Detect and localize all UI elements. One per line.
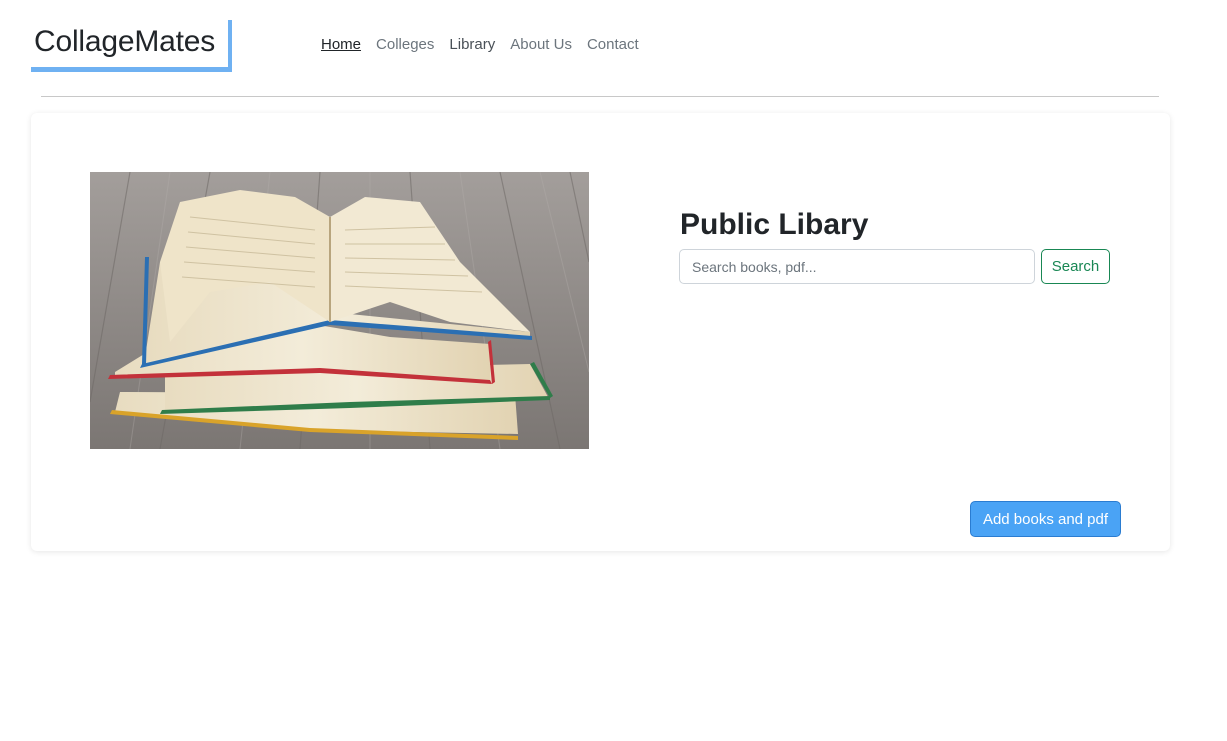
nav-item-home[interactable]: Home	[321, 35, 361, 55]
nav-item-library[interactable]: Library	[449, 35, 495, 55]
main-nav: Home Colleges Library About Us Contact	[321, 35, 654, 55]
header-divider	[41, 96, 1159, 97]
library-card: Public Libary Search Add books and pdf	[31, 113, 1170, 551]
books-stack-image	[90, 172, 589, 449]
add-books-button[interactable]: Add books and pdf	[970, 501, 1121, 537]
nav-item-contact[interactable]: Contact	[587, 35, 639, 55]
search-input[interactable]	[679, 249, 1035, 284]
brand-logo[interactable]: CollageMates	[31, 20, 232, 72]
page-title: Public Libary	[680, 208, 869, 241]
search-button[interactable]: Search	[1041, 249, 1110, 284]
nav-item-colleges[interactable]: Colleges	[376, 35, 434, 55]
nav-item-about-us[interactable]: About Us	[510, 35, 572, 55]
